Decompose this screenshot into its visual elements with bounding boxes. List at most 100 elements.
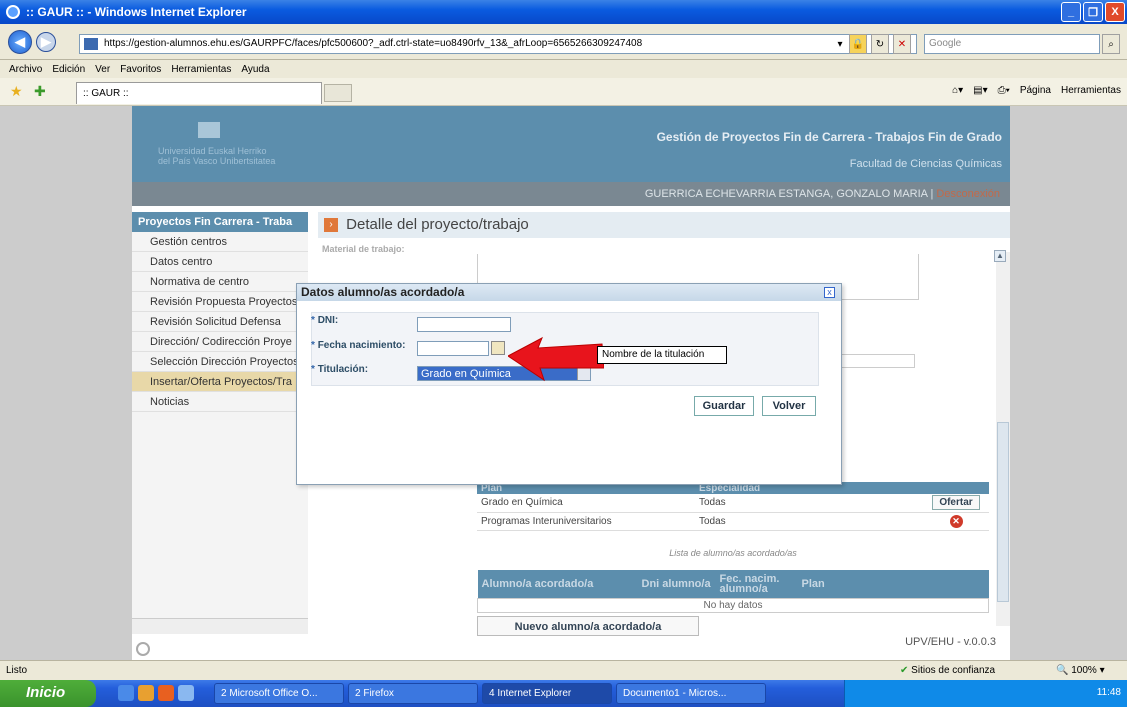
university-logo: Universidad Euskal Herriko del País Vasc… [158, 122, 275, 166]
back-button[interactable]: ◀ [8, 30, 32, 54]
url-text: https://gestion-alumnos.ehu.es/GAURPFC/f… [104, 38, 643, 49]
col-dni: Dni alumno/a [637, 570, 716, 598]
sidebar-item-datos-centro[interactable]: Datos centro [132, 252, 308, 272]
logout-link[interactable]: Desconexión [936, 188, 1000, 200]
red-arrow-icon [508, 336, 604, 382]
menu-bar: Archivo Edición Ver Favoritos Herramient… [0, 60, 1127, 78]
maximize-button[interactable]: ❐ [1083, 2, 1103, 22]
col-plan2: Plan [797, 570, 989, 598]
plan-cell: Grado en Química [477, 494, 695, 513]
start-button[interactable]: Inicio [0, 680, 96, 707]
search-input[interactable]: Google [924, 34, 1100, 54]
print-icon[interactable]: ⎙▾ [998, 85, 1010, 96]
dni-input[interactable] [417, 317, 511, 332]
logo-text-1: Universidad Euskal Herriko [158, 146, 267, 156]
tab-gaur[interactable]: :: GAUR :: [76, 82, 322, 104]
menu-ayuda[interactable]: Ayuda [236, 64, 274, 75]
tools-menu[interactable]: Herramientas [1061, 85, 1121, 96]
sidebar: Proyectos Fin Carrera - Traba Gestión ce… [132, 212, 308, 656]
menu-herramientas[interactable]: Herramientas [166, 64, 236, 75]
search-icon[interactable]: ⌕ [1102, 34, 1120, 54]
students-table: Alumno/a acordado/a Dni alumno/a Fec. na… [477, 570, 989, 613]
annotation-tooltip: Nombre de la titulación [597, 346, 727, 364]
students-caption: Lista de alumno/as acordado/as [669, 548, 797, 558]
forward-button[interactable]: ▶ [36, 32, 56, 52]
firefox-quicklaunch-icon[interactable] [158, 685, 174, 701]
menu-archivo[interactable]: Archivo [4, 64, 47, 75]
close-window-button[interactable]: X [1105, 2, 1125, 22]
lock-icon[interactable]: 🔒 [849, 34, 867, 54]
sidebar-item-normativa[interactable]: Normativa de centro [132, 272, 308, 292]
minimize-button[interactable]: _ [1061, 2, 1081, 22]
menu-edicion[interactable]: Edición [47, 64, 90, 75]
delete-icon[interactable]: ✕ [949, 514, 963, 528]
scroll-thumb[interactable] [997, 422, 1009, 602]
required-mark: * [311, 315, 315, 326]
new-tab-button[interactable] [324, 84, 352, 102]
stop-icon[interactable]: ✕ [893, 34, 911, 54]
clock: 11:48 [1096, 687, 1121, 698]
app-title: Gestión de Proyectos Fin de Carrera - Tr… [656, 130, 1002, 144]
user-bar: GUERRICA ECHEVARRIA ESTANGA, GONZALO MAR… [132, 182, 1010, 206]
menu-favoritos[interactable]: Favoritos [115, 64, 166, 75]
user-name: GUERRICA ECHEVARRIA ESTANGA, GONZALO MAR… [644, 188, 928, 200]
page-title: Detalle del proyecto/trabajo [346, 216, 529, 233]
sidebar-item-revision-propuesta[interactable]: Revisión Propuesta Proyectos [132, 292, 308, 312]
app-quicklaunch-icon[interactable] [178, 685, 194, 701]
task-firefox[interactable]: 2 Firefox [348, 683, 478, 704]
titulacion-label-text: Titulación: [317, 364, 369, 375]
version-label: UPV/EHU - v.0.0.3 [905, 636, 996, 648]
fecha-label-text: Fecha nacimiento: [317, 340, 406, 351]
empty-row: No hay datos [477, 597, 989, 613]
user-separator: | [930, 188, 934, 200]
dropdown-icon[interactable]: ▾ [831, 34, 849, 54]
sidebar-item-noticias[interactable]: Noticias [132, 392, 308, 412]
fecha-input[interactable] [417, 341, 489, 356]
plan-table: Plan Especialidad Grado en Química Todas… [477, 482, 989, 531]
zoom-control[interactable]: 🔍 100% ▾ [1056, 665, 1105, 676]
outlook-quicklaunch-icon[interactable] [138, 685, 154, 701]
sidebar-item-revision-defensa[interactable]: Revisión Solicitud Defensa [132, 312, 308, 332]
address-toolbar: ◀ ▶ https://gestion-alumnos.ehu.es/GAURP… [0, 24, 1127, 60]
dialog-close-button[interactable]: x [824, 287, 835, 298]
favorites-star-icon[interactable]: ★ [10, 83, 23, 100]
scroll-up-icon[interactable]: ▲ [994, 250, 1006, 262]
task-word[interactable]: Documento1 - Micros... [616, 683, 766, 704]
status-text: Listo [6, 665, 28, 676]
menu-ver[interactable]: Ver [90, 64, 115, 75]
new-student-button[interactable]: Nuevo alumno/a acordado/a [477, 616, 699, 636]
refresh-icon[interactable]: ↻ [871, 34, 889, 54]
esp-cell: Todas [695, 512, 923, 531]
sidebar-item-gestion-centros[interactable]: Gestión centros [132, 232, 308, 252]
ie-icon [6, 5, 20, 19]
status-bar: Listo ✔ Sitios de confianza 🔍 100% ▾ [0, 660, 1127, 680]
window-title-bar[interactable]: :: GAUR :: - Windows Internet Explorer _… [0, 0, 1127, 24]
sidebar-item-direccion[interactable]: Dirección/ Codirección Proye [132, 332, 308, 352]
save-button[interactable]: Guardar [694, 396, 754, 416]
back-button-dialog[interactable]: Volver [762, 396, 816, 416]
sidebar-item-seleccion[interactable]: Selección Dirección Proyectos [132, 352, 308, 372]
feeds-icon[interactable]: ▤▾ [973, 85, 987, 96]
address-input[interactable]: https://gestion-alumnos.ehu.es/GAURPFC/f… [79, 34, 917, 54]
ofertar-button[interactable]: Ofertar [932, 495, 980, 511]
task-office[interactable]: 2 Microsoft Office O... [214, 683, 344, 704]
calendar-icon[interactable] [491, 341, 505, 355]
fecha-label: * Fecha nacimiento: [311, 340, 406, 351]
add-favorite-icon[interactable]: ✚ [34, 83, 46, 100]
table-row: Programas Interuniversitarios Todas ✕ [477, 512, 989, 531]
taskbar: Inicio 2 Microsoft Office O... 2 Firefox… [0, 680, 1127, 707]
sidebar-hscrollbar[interactable] [132, 618, 308, 634]
ie-quicklaunch-icon[interactable] [118, 685, 134, 701]
sidebar-item-insertar-oferta[interactable]: Insertar/Oferta Proyectos/Tra [132, 372, 308, 392]
system-tray: 11:48 [844, 680, 1127, 707]
required-mark: * [311, 340, 315, 351]
main-vscrollbar[interactable] [996, 252, 1010, 626]
quick-launch [118, 685, 194, 701]
sidebar-heading: Proyectos Fin Carrera - Traba [132, 212, 308, 232]
home-icon[interactable]: ⌂▾ [952, 85, 963, 96]
tab-title: :: GAUR :: [83, 88, 129, 99]
task-ie[interactable]: 4 Internet Explorer [482, 683, 612, 704]
settings-gear-icon[interactable] [136, 642, 150, 656]
page-menu[interactable]: Página [1020, 85, 1051, 96]
chevron-right-icon: › [324, 218, 338, 233]
